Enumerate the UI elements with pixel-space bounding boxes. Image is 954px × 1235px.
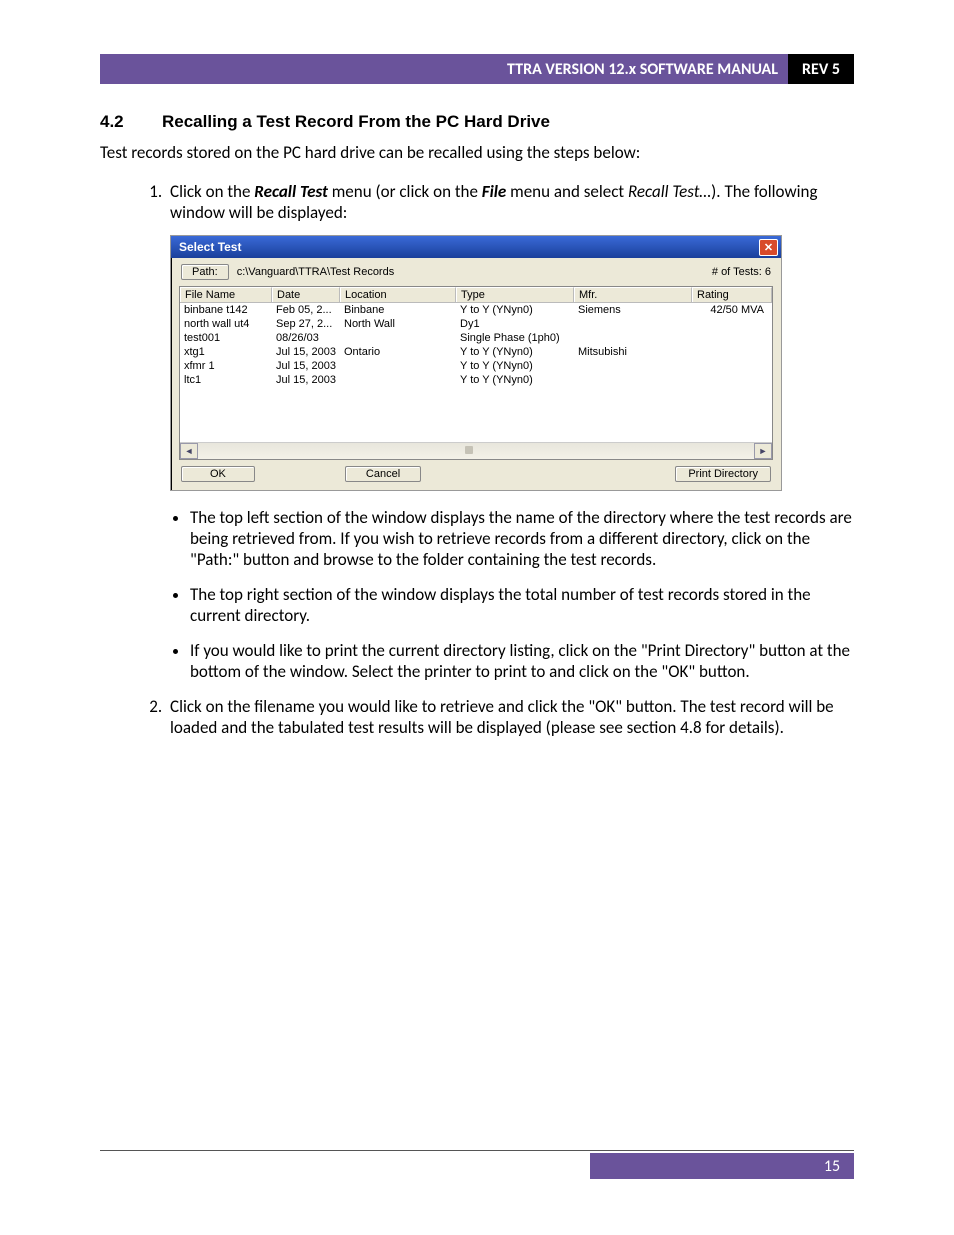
step-1: Click on the Recall Test menu (or click … xyxy=(166,181,854,682)
tests-count: # of Tests: 6 xyxy=(712,266,771,278)
path-value: c:\Vanguard\TTRA\Test Records xyxy=(237,266,395,278)
col-mfr[interactable]: Mfr. xyxy=(574,287,692,302)
close-icon[interactable]: ✕ xyxy=(759,239,778,256)
col-date[interactable]: Date xyxy=(272,287,340,302)
horizontal-scrollbar[interactable]: ◄ ► xyxy=(180,442,772,459)
header-rev: REV 5 xyxy=(788,54,854,84)
step-2: Click on the filename you would like to … xyxy=(166,696,854,738)
col-location[interactable]: Location xyxy=(340,287,456,302)
table-row[interactable]: xtg1Jul 15, 2003OntarioY to Y (YNyn0)Mit… xyxy=(180,345,772,359)
table-row[interactable]: ltc1Jul 15, 2003Y to Y (YNyn0) xyxy=(180,373,772,387)
header-title: TTRA VERSION 12.x SOFTWARE MANUAL xyxy=(100,54,788,84)
page-header: TTRA VERSION 12.x SOFTWARE MANUAL REV 5 xyxy=(100,54,854,84)
file-table[interactable]: File Name Date Location Type Mfr. Rating… xyxy=(179,286,773,460)
page-footer: 15 xyxy=(100,1150,854,1179)
select-test-dialog: Select Test ✕ Path: c:\Vanguard\TTRA\Tes… xyxy=(170,235,782,491)
scroll-left-icon[interactable]: ◄ xyxy=(180,443,198,459)
col-rating[interactable]: Rating xyxy=(692,287,772,302)
section-number: 4.2 xyxy=(100,112,162,132)
table-body: binbane t142Feb 05, 2...BinbaneY to Y (Y… xyxy=(180,303,772,387)
bullet-2: The top right section of the window disp… xyxy=(190,584,854,626)
section-title-text: Recalling a Test Record From the PC Hard… xyxy=(162,112,550,132)
page-number: 15 xyxy=(810,1153,854,1179)
cancel-button[interactable]: Cancel xyxy=(345,466,421,482)
scroll-right-icon[interactable]: ► xyxy=(754,443,772,459)
path-button[interactable]: Path: xyxy=(181,264,229,280)
table-row[interactable]: xfmr 1Jul 15, 2003Y to Y (YNyn0) xyxy=(180,359,772,373)
bullet-3: If you would like to print the current d… xyxy=(190,640,854,682)
col-filename[interactable]: File Name xyxy=(180,287,272,302)
intro-text: Test records stored on the PC hard drive… xyxy=(100,142,854,163)
table-row[interactable]: north wall ut4Sep 27, 2...North WallDy1 xyxy=(180,317,772,331)
table-row[interactable]: binbane t142Feb 05, 2...BinbaneY to Y (Y… xyxy=(180,303,772,317)
table-header: File Name Date Location Type Mfr. Rating xyxy=(180,287,772,303)
print-directory-button[interactable]: Print Directory xyxy=(675,466,771,482)
bullet-1: The top left section of the window displ… xyxy=(190,507,854,570)
table-row[interactable]: test00108/26/03Single Phase (1ph0) xyxy=(180,331,772,345)
ok-button[interactable]: OK xyxy=(181,466,255,482)
dialog-titlebar: Select Test ✕ xyxy=(171,236,781,258)
section-heading: 4.2 Recalling a Test Record From the PC … xyxy=(100,112,854,132)
col-type[interactable]: Type xyxy=(456,287,574,302)
dialog-title: Select Test xyxy=(179,240,241,254)
